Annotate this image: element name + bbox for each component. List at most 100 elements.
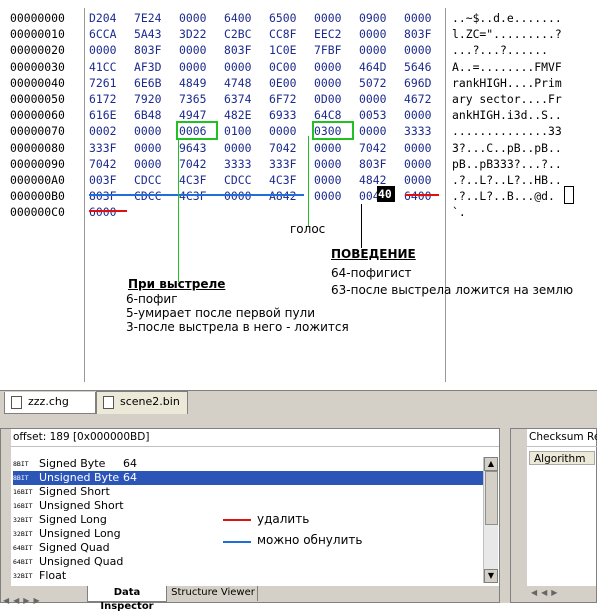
- hex-word[interactable]: 0000: [314, 59, 350, 75]
- tab-scene2-bin[interactable]: scene2.bin: [96, 391, 188, 415]
- hex-word[interactable]: 1C0E: [269, 42, 305, 58]
- panel-splitter[interactable]: [500, 428, 510, 603]
- hex-word[interactable]: 0000: [359, 42, 395, 58]
- hex-word[interactable]: 7365: [179, 91, 215, 107]
- hex-word[interactable]: 0000: [134, 123, 170, 139]
- inspector-row[interactable]: 32BIT Float: [13, 569, 483, 583]
- hex-word[interactable]: 4748: [224, 75, 260, 91]
- inspector-row[interactable]: 8BIT Unsigned Byte 64: [13, 471, 483, 485]
- hex-word[interactable]: 0000: [359, 91, 395, 107]
- hex-word[interactable]: CC8F: [269, 26, 305, 42]
- hex-word[interactable]: 0000: [314, 75, 350, 91]
- ascii-row[interactable]: rankHIGH....Prim: [452, 75, 597, 91]
- hex-word[interactable]: 4C3F: [179, 188, 215, 204]
- hex-word[interactable]: 0000: [404, 42, 440, 58]
- hex-word[interactable]: 0000: [134, 156, 170, 172]
- hex-word[interactable]: 4849: [179, 75, 215, 91]
- hex-word[interactable]: 0000: [314, 188, 350, 204]
- ascii-row[interactable]: .?..L?..B...@d.: [452, 188, 597, 204]
- hex-word[interactable]: 333F: [269, 156, 305, 172]
- inspector-scrollbar[interactable]: ▲ ▼: [483, 457, 498, 583]
- ascii-row[interactable]: ..............33: [452, 123, 597, 139]
- hex-word[interactable]: CDCC: [134, 172, 170, 188]
- hex-word[interactable]: 6000: [89, 204, 125, 220]
- tab-zzz-chg[interactable]: zzz.chg: [4, 392, 96, 414]
- hex-word[interactable]: 696D: [404, 75, 440, 91]
- hex-word[interactable]: 0000: [359, 26, 395, 42]
- hex-word[interactable]: 3333: [404, 123, 440, 139]
- hex-word[interactable]: 482E: [224, 107, 260, 123]
- hex-word[interactable]: 803F: [404, 26, 440, 42]
- hex-word[interactable]: A842: [269, 188, 305, 204]
- hex-word[interactable]: 7042: [89, 156, 125, 172]
- tab-structure-viewer[interactable]: Structure Viewer: [169, 586, 258, 601]
- hex-word[interactable]: 5A43: [134, 26, 170, 42]
- splitter[interactable]: [0, 414, 597, 428]
- hex-word[interactable]: 6E6B: [134, 75, 170, 91]
- hex-word[interactable]: 7042: [179, 156, 215, 172]
- scroll-thumb[interactable]: [485, 471, 498, 525]
- hex-word[interactable]: 0000: [314, 156, 350, 172]
- ascii-row[interactable]: pB..pB333?...?..: [452, 156, 597, 172]
- hex-word[interactable]: 0000: [224, 59, 260, 75]
- hex-word[interactable]: 5646: [404, 59, 440, 75]
- ascii-row[interactable]: 3?...C..pB..pB..: [452, 140, 597, 156]
- hex-word[interactable]: 9643: [179, 140, 215, 156]
- hex-word[interactable]: 0002: [89, 123, 125, 139]
- hex-word[interactable]: 4672: [404, 91, 440, 107]
- algorithm-column-header[interactable]: Algorithm: [529, 451, 595, 465]
- hex-word[interactable]: D204: [89, 10, 125, 26]
- hex-word[interactable]: 4C3F: [179, 172, 215, 188]
- hex-word[interactable]: 41CC: [89, 59, 125, 75]
- hex-word[interactable]: 0000: [269, 123, 305, 139]
- hex-word[interactable]: 0000: [314, 140, 350, 156]
- scroll-up-arrow-icon[interactable]: ▲: [484, 457, 498, 471]
- hex-word[interactable]: 6400: [404, 188, 440, 204]
- hex-word[interactable]: 0000: [404, 156, 440, 172]
- hex-word[interactable]: 0000: [404, 107, 440, 123]
- hex-word[interactable]: 803F: [89, 188, 125, 204]
- inspector-row[interactable]: 32BIT Unsigned Long: [13, 527, 483, 541]
- hex-word[interactable]: 0D00: [314, 91, 350, 107]
- hex-word[interactable]: 4C3F: [269, 172, 305, 188]
- hex-word[interactable]: 803F: [359, 156, 395, 172]
- hex-word[interactable]: 6CCA: [89, 26, 125, 42]
- hex-word[interactable]: 6500: [269, 10, 305, 26]
- nav-arrows-icon[interactable]: ◀◀▶: [531, 588, 561, 597]
- hex-word[interactable]: 0100: [224, 123, 260, 139]
- hex-word[interactable]: 0E00: [269, 75, 305, 91]
- ascii-row[interactable]: A..=........FMVF: [452, 59, 597, 75]
- ascii-row[interactable]: `.: [452, 204, 597, 220]
- hex-word[interactable]: 0053: [359, 107, 395, 123]
- hex-word[interactable]: 7042: [269, 140, 305, 156]
- hex-word[interactable]: 7E24: [134, 10, 170, 26]
- inspector-row[interactable]: 16BIT Unsigned Short: [13, 499, 483, 513]
- hex-word[interactable]: 0000: [224, 140, 260, 156]
- hex-word[interactable]: 616E: [89, 107, 125, 123]
- hex-word[interactable]: CDCC: [224, 172, 260, 188]
- hex-word[interactable]: 7042: [359, 140, 395, 156]
- hex-word[interactable]: 0000: [314, 10, 350, 26]
- hex-word[interactable]: 0000: [404, 140, 440, 156]
- hex-word[interactable]: 5072: [359, 75, 395, 91]
- inspector-row[interactable]: 64BIT Unsigned Quad: [13, 555, 483, 569]
- hex-word[interactable]: 0000: [314, 172, 350, 188]
- inspector-row[interactable]: 64BIT Signed Quad: [13, 541, 483, 555]
- tab-data-inspector[interactable]: Data Inspector: [87, 586, 167, 612]
- hex-word[interactable]: 0000: [404, 10, 440, 26]
- hex-word[interactable]: 6B48: [134, 107, 170, 123]
- hex-word[interactable]: 6400: [224, 10, 260, 26]
- inspector-row[interactable]: 8BIT Signed Byte 64: [13, 457, 483, 471]
- hex-word[interactable]: 7920: [134, 91, 170, 107]
- hex-word[interactable]: 3D22: [179, 26, 215, 42]
- hex-word[interactable]: AF3D: [134, 59, 170, 75]
- ascii-row[interactable]: .?..L?..L?..HB..: [452, 172, 597, 188]
- hex-word[interactable]: 0000: [179, 59, 215, 75]
- tab-nav-arrows[interactable]: ◀◀▶▶: [3, 588, 81, 605]
- hex-word[interactable]: 6374: [224, 91, 260, 107]
- ascii-row[interactable]: ..~$..d.e.......: [452, 10, 597, 26]
- hex-word[interactable]: 0000: [89, 42, 125, 58]
- hex-word[interactable]: 0C00: [269, 59, 305, 75]
- hex-word[interactable]: 6933: [269, 107, 305, 123]
- hex-word[interactable]: 0000: [179, 10, 215, 26]
